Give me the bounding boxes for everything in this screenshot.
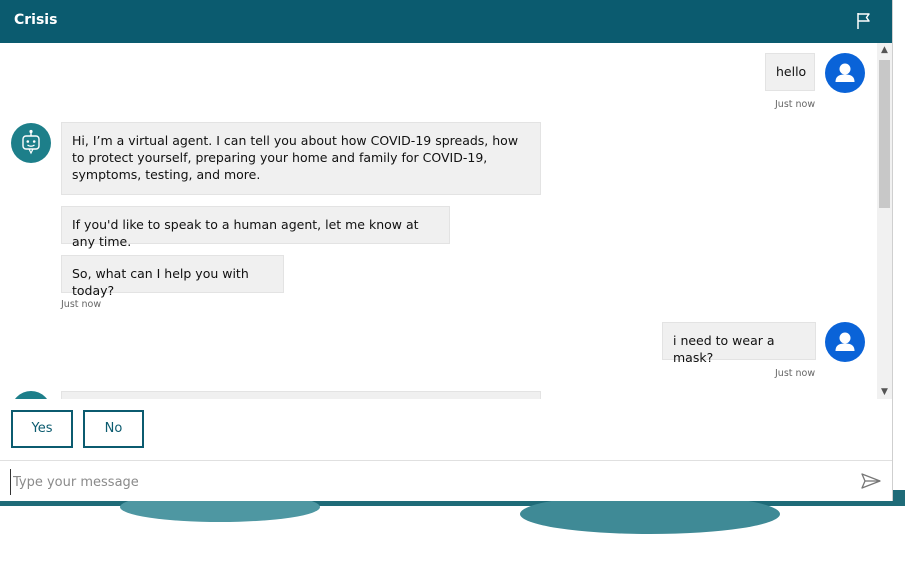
bot-avatar (11, 391, 51, 399)
bot-message-bubble (61, 391, 541, 399)
user-avatar (825, 322, 865, 362)
scroll-up-icon[interactable]: ▲ (877, 43, 892, 57)
chat-header: Crisis (0, 0, 892, 43)
person-icon (835, 63, 855, 82)
suggested-action-yes[interactable]: Yes (11, 410, 73, 448)
chat-transcript[interactable]: hello Just now Hi, I’m a virtual agent. … (1, 43, 877, 399)
bot-message-bubble: So, what can I help you with today? (61, 255, 284, 298)
send-icon[interactable] (860, 470, 882, 492)
scroll-thumb[interactable] (879, 60, 890, 208)
user-message-bubble: i need to wear a mask? (662, 322, 816, 365)
message-input[interactable] (10, 469, 835, 495)
robot-icon (22, 129, 40, 155)
suggested-action-no[interactable]: No (83, 410, 144, 448)
message-input-bar (0, 460, 892, 501)
chat-window: Crisis hello Just now Hi, I’m a virtual … (0, 0, 893, 501)
user-message-bubble: hello (765, 53, 815, 91)
bot-message-bubble: Hi, I’m a virtual agent. I can tell you … (61, 122, 541, 195)
user-avatar (825, 53, 865, 93)
scroll-down-icon[interactable]: ▼ (877, 385, 892, 399)
person-icon (835, 332, 855, 351)
bot-avatar (11, 123, 51, 163)
message-timestamp: Just now (61, 299, 102, 310)
message-timestamp: Just now (775, 99, 816, 110)
message-timestamp: Just now (775, 368, 816, 379)
chat-title: Crisis (14, 12, 58, 28)
flag-icon[interactable] (854, 11, 874, 31)
transcript-scrollbar[interactable]: ▲ ▼ (877, 43, 892, 399)
bot-message-bubble: If you'd like to speak to a human agent,… (61, 206, 450, 249)
